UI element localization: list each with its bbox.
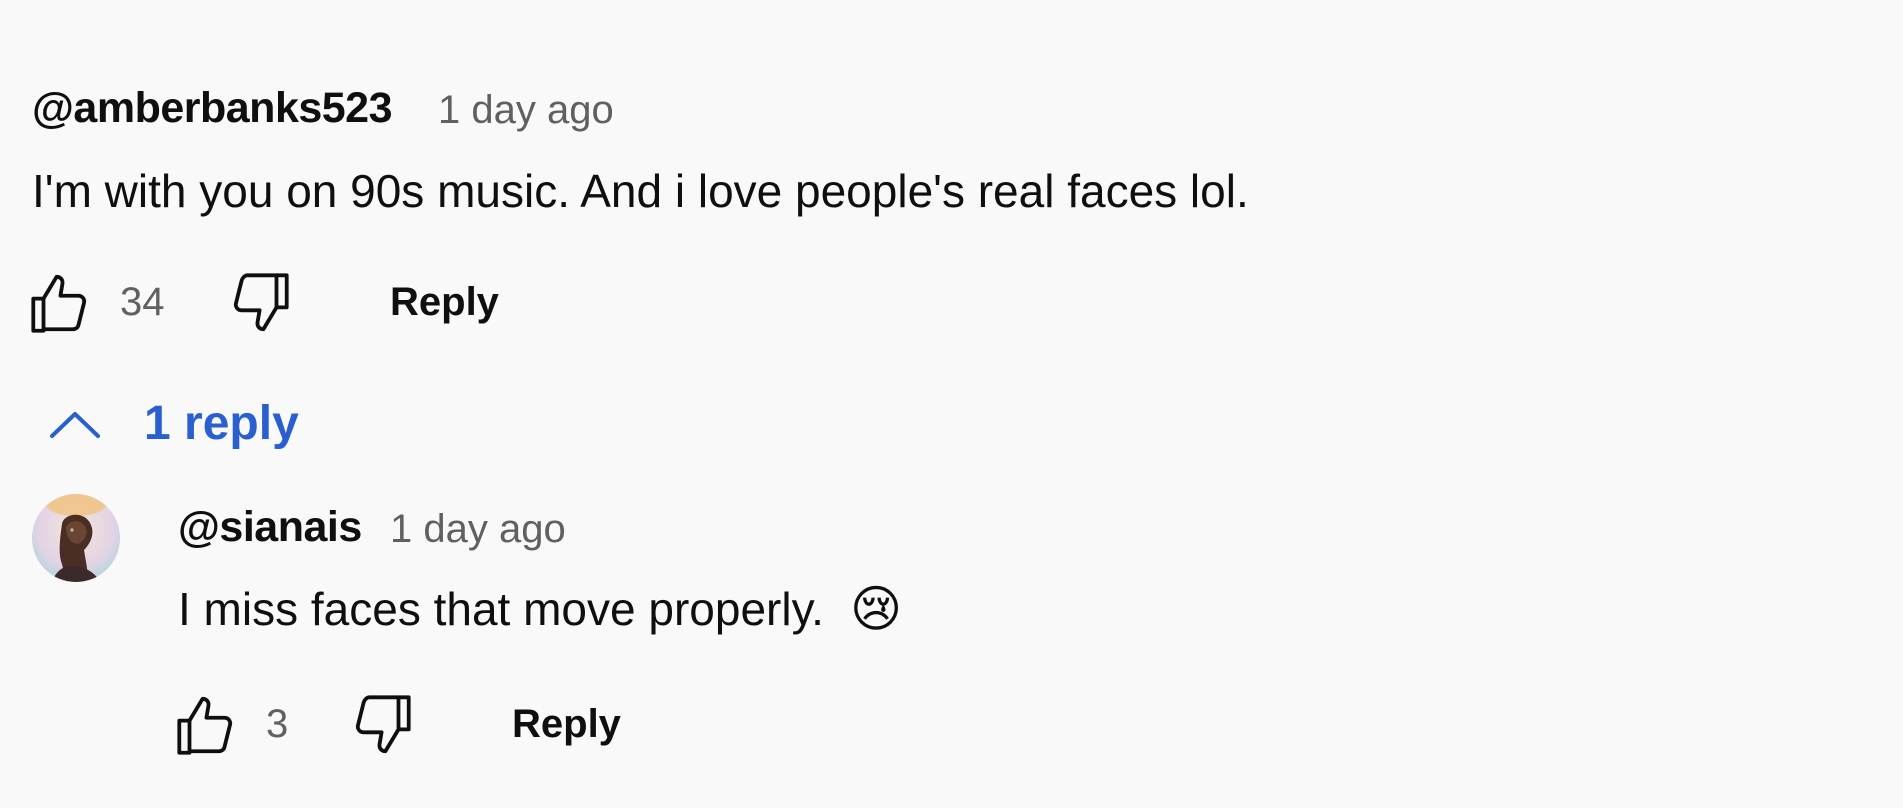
avatar[interactable]	[32, 494, 120, 582]
reply-text: I miss faces that move properly.	[178, 583, 824, 635]
avatar-illustration	[32, 494, 120, 582]
reply-body: I miss faces that move properly. 😢	[178, 580, 902, 638]
chevron-up-icon	[50, 411, 100, 438]
reply-reply-button[interactable]: Reply	[512, 702, 621, 747]
like-button[interactable]	[26, 268, 96, 338]
like-count: 34	[120, 280, 165, 324]
thumbs-down-icon	[233, 273, 289, 332]
reply-author[interactable]: @sianais	[178, 503, 362, 552]
comment-thread: @amberbanks523 1 day ago I'm with you on…	[0, 0, 1903, 808]
toggle-replies-button[interactable]: 1 reply	[46, 396, 299, 451]
comment-text: I'm with you on 90s music. And i love pe…	[32, 165, 1249, 217]
reply-like-count: 3	[266, 702, 289, 746]
replies-count-label: 1 reply	[144, 397, 299, 450]
reply-dislike-button[interactable]	[346, 690, 416, 760]
comment-author[interactable]: @amberbanks523	[32, 84, 393, 133]
comment-timestamp[interactable]: 1 day ago	[438, 88, 614, 133]
thumbs-up-icon	[31, 274, 87, 333]
reply-button[interactable]: Reply	[390, 280, 499, 325]
dislike-button[interactable]	[224, 268, 294, 338]
thumbs-down-icon	[355, 695, 411, 754]
crying-emoji: 😢	[849, 580, 903, 638]
thumbs-up-icon	[177, 696, 233, 755]
reply-like-button[interactable]	[172, 690, 242, 760]
reply-timestamp[interactable]: 1 day ago	[390, 507, 566, 552]
